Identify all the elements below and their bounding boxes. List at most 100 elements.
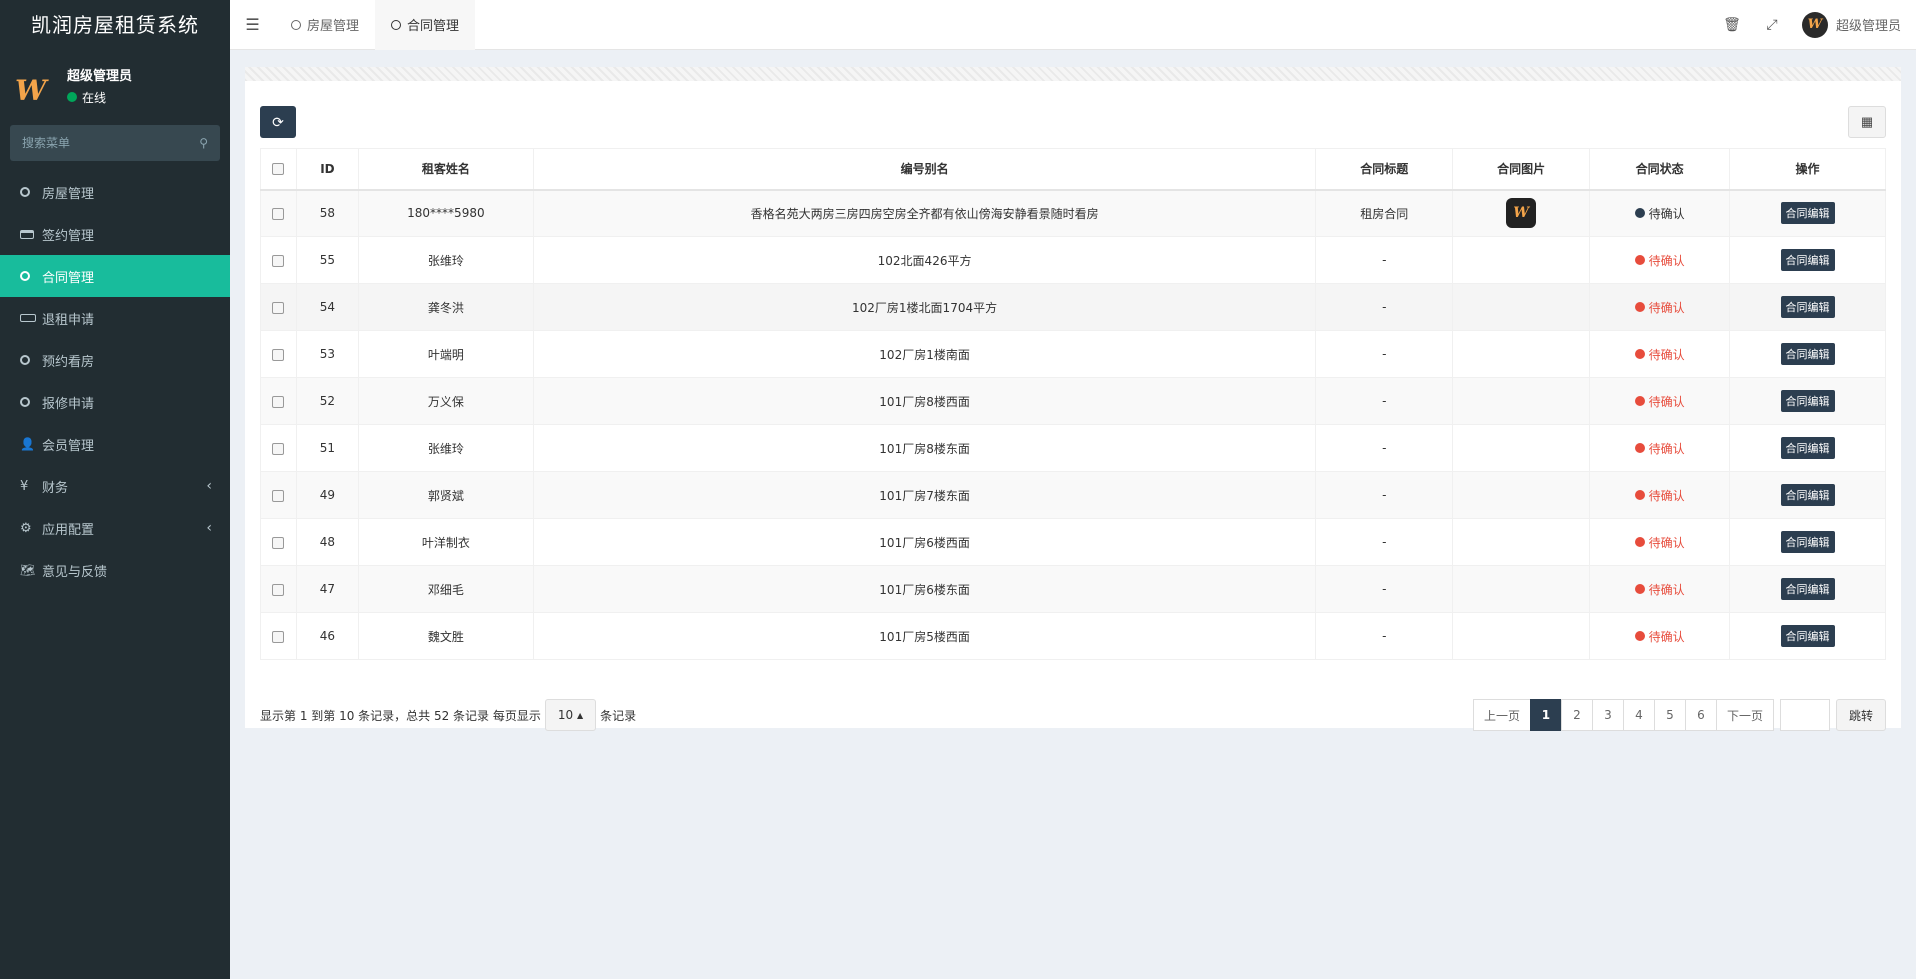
row-checkbox[interactable]	[272, 536, 285, 549]
sidebar-item-1[interactable]: 签约管理	[0, 213, 230, 255]
status-dot-icon	[1634, 584, 1645, 594]
next-page-button[interactable]: 下一页	[1715, 699, 1774, 731]
table-row[interactable]: 55 张维玲 102北面426平方 - 待确认 合同编辑	[260, 236, 1886, 284]
tab-house-management[interactable]: 房屋管理	[275, 0, 375, 50]
row-checkbox[interactable]	[272, 630, 285, 643]
app-title[interactable]: 凯润房屋租赁系统	[0, 0, 230, 50]
page-button[interactable]: 6	[1684, 699, 1717, 731]
cell-tenant-name: 叶洋制衣	[357, 518, 534, 566]
table-row[interactable]: 47 邓细毛 101厂房6楼东面 - 待确认 合同编辑	[260, 565, 1886, 613]
contract-edit-button[interactable]: 合同编辑	[1780, 296, 1835, 318]
page-button[interactable]: 3	[1591, 699, 1624, 731]
table-row[interactable]: 49 郭贤斌 101厂房7楼东面 - 待确认 合同编辑	[260, 471, 1886, 519]
refresh-icon: ⟳	[272, 113, 284, 130]
prev-page-button[interactable]: 上一页	[1472, 699, 1531, 731]
sidebar-item-5[interactable]: 报修申请	[0, 381, 230, 423]
table-row[interactable]: 48 叶洋制衣 101厂房6楼西面 - 待确认 合同编辑	[260, 518, 1886, 566]
chevron-left-icon: ‹	[206, 478, 212, 494]
row-select-cell	[260, 612, 297, 660]
contract-edit-button[interactable]: 合同编辑	[1780, 625, 1835, 647]
sidebar-item-label: 意见与反馈	[42, 564, 108, 580]
cell-action: 合同编辑	[1729, 424, 1886, 472]
contract-image-thumbnail[interactable]: W	[1506, 198, 1537, 229]
col-header-id[interactable]: ID	[295, 148, 359, 191]
refresh-button[interactable]: ⟳	[260, 106, 296, 138]
chevron-left-icon: ‹	[206, 520, 212, 536]
cell-action: 合同编辑	[1729, 471, 1886, 519]
sidebar-item-label: 预约看房	[42, 354, 95, 370]
page-button[interactable]: 5	[1653, 699, 1686, 731]
col-header-tenant[interactable]: 租客姓名	[357, 148, 534, 191]
page-button[interactable]: 2	[1560, 699, 1593, 731]
contract-edit-button[interactable]: 合同编辑	[1780, 531, 1835, 553]
sidebar-item-6[interactable]: 👤 会员管理	[0, 423, 230, 465]
row-checkbox[interactable]	[272, 489, 285, 502]
table-row[interactable]: 58 180****5980 香格名苑大两房三房四房空房全齐都有依山傍海安静看景随时…	[260, 189, 1886, 237]
sidebar-item-3[interactable]: 退租申请	[0, 297, 230, 339]
page-button[interactable]: 4	[1622, 699, 1655, 731]
header-user-menu[interactable]: W 超级管理员	[1801, 11, 1901, 38]
cell-id: 51	[295, 424, 359, 472]
table-row[interactable]: 53 叶端明 102厂房1楼南面 - 待确认 合同编辑	[260, 330, 1886, 378]
table-header-row: ID 租客姓名 编号别名 合同标题 合同图片 合同状态 操作	[260, 148, 1886, 191]
columns-icon: ▦	[1860, 114, 1874, 129]
menu-search-input[interactable]	[22, 136, 200, 150]
row-checkbox[interactable]	[272, 301, 285, 314]
contract-edit-button[interactable]: 合同编辑	[1780, 484, 1835, 506]
sidebar-item-2[interactable]: 合同管理	[0, 255, 230, 297]
cell-contract-title: -	[1315, 565, 1454, 613]
fullscreen-icon[interactable]: ⤢	[1752, 17, 1792, 33]
status-dot-icon	[1634, 349, 1645, 359]
col-header-image[interactable]: 合同图片	[1452, 148, 1591, 191]
cell-action: 合同编辑	[1729, 283, 1886, 331]
row-checkbox[interactable]	[272, 348, 285, 361]
main-content: ⟳ ▦ ID 租客姓名 编号别名 合同标题 合同图片 合同状态 操作 58 18…	[230, 51, 1916, 979]
cell-status: 待确认	[1589, 236, 1731, 284]
contract-edit-button[interactable]: 合同编辑	[1780, 578, 1835, 600]
sidebar-item-9[interactable]: 🗺 意见与反馈	[0, 549, 230, 591]
table-row[interactable]: 54 龚冬洪 102厂房1楼北面1704平方 - 待确认 合同编辑	[260, 283, 1886, 331]
status-badge: 待确认	[1634, 628, 1685, 645]
contract-edit-button[interactable]: 合同编辑	[1780, 249, 1835, 271]
cell-contract-image	[1452, 236, 1591, 284]
sidebar-item-label: 报修申请	[42, 396, 95, 412]
menu-toggle-icon[interactable]: ☰	[230, 15, 275, 34]
sidebar-item-4[interactable]: 预约看房	[0, 339, 230, 381]
col-header-alias[interactable]: 编号别名	[532, 148, 1317, 191]
row-checkbox[interactable]	[272, 442, 285, 455]
cell-alias: 101厂房7楼东面	[532, 471, 1317, 519]
status-badge: 待确认	[1634, 346, 1685, 363]
page-jump-input[interactable]	[1779, 699, 1830, 731]
contract-edit-button[interactable]: 合同编辑	[1780, 390, 1835, 412]
contract-edit-button[interactable]: 合同编辑	[1780, 343, 1835, 365]
page-button[interactable]: 1	[1529, 699, 1562, 731]
table-row[interactable]: 51 张维玲 101厂房8楼东面 - 待确认 合同编辑	[260, 424, 1886, 472]
cell-id: 49	[295, 471, 359, 519]
cell-alias: 102北面426平方	[532, 236, 1317, 284]
sidebar: 凯润房屋租赁系统 W 超级管理员 在线 ⚲ 房屋管理签约管理合同管理退租申请预约…	[0, 0, 230, 979]
trash-icon[interactable]: 🗑	[1712, 17, 1752, 33]
search-icon[interactable]: ⚲	[199, 136, 208, 150]
table-row[interactable]: 46 魏文胜 101厂房5楼西面 - 待确认 合同编辑	[260, 612, 1886, 660]
table-row[interactable]: 52 万义保 101厂房8楼西面 - 待确认 合同编辑	[260, 377, 1886, 425]
tab-circle-icon	[291, 19, 301, 30]
sidebar-item-7[interactable]: ¥ 财务 ‹	[0, 465, 230, 507]
page-jump-button[interactable]: 跳转	[1835, 699, 1886, 731]
contract-edit-button[interactable]: 合同编辑	[1780, 202, 1835, 225]
col-header-status[interactable]: 合同状态	[1589, 148, 1731, 191]
sidebar-item-8[interactable]: ⚙ 应用配置 ‹	[0, 507, 230, 549]
col-header-title[interactable]: 合同标题	[1315, 148, 1454, 191]
columns-toggle-button[interactable]: ▦	[1848, 106, 1886, 138]
cell-contract-title: -	[1315, 424, 1454, 472]
row-checkbox[interactable]	[272, 207, 285, 220]
tab-contract-management[interactable]: 合同管理	[375, 0, 476, 50]
select-all-checkbox[interactable]	[272, 163, 285, 176]
page-size-select[interactable]: 10 ▲	[544, 699, 597, 731]
cell-status: 待确认	[1589, 471, 1731, 519]
row-checkbox[interactable]	[272, 395, 285, 408]
contract-edit-button[interactable]: 合同编辑	[1780, 437, 1835, 459]
sidebar-item-label: 房屋管理	[42, 186, 95, 202]
row-checkbox[interactable]	[272, 254, 285, 267]
row-checkbox[interactable]	[272, 583, 285, 596]
sidebar-item-0[interactable]: 房屋管理	[0, 171, 230, 213]
